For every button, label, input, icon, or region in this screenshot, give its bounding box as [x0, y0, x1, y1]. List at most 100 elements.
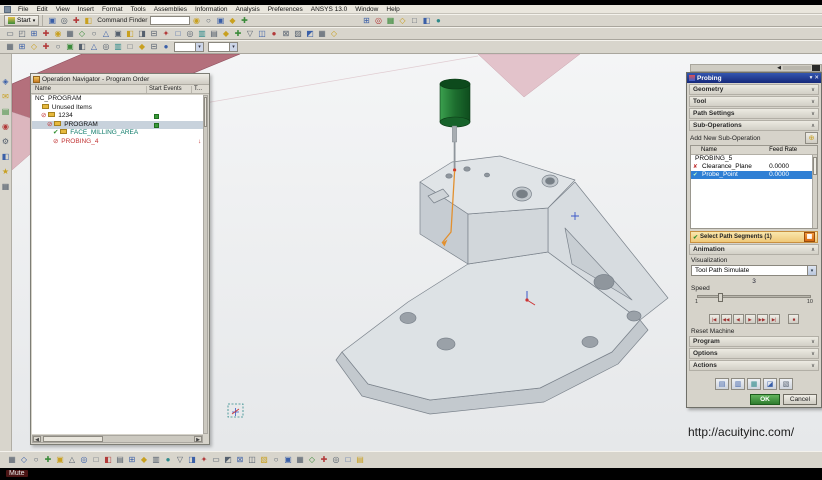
tree-row-probing-4[interactable]: ⊘ PROBING_4 ↓: [32, 138, 203, 147]
ok-button[interactable]: OK: [750, 394, 780, 405]
toolbar-icon[interactable]: ▣: [65, 41, 76, 52]
menu-ansys[interactable]: ANSYS 13.0: [307, 5, 352, 14]
scroll-left-icon[interactable]: ◀: [777, 65, 781, 71]
toolbar-icon[interactable]: ◧: [0, 151, 11, 162]
toolbar-icon[interactable]: ⊞: [17, 41, 28, 52]
section-animation[interactable]: Animation ∧: [689, 244, 819, 255]
toolbar-icon[interactable]: ◨: [187, 454, 198, 465]
toolbar-icon[interactable]: ○: [53, 41, 64, 52]
toolbar-icon[interactable]: ▣: [55, 454, 66, 465]
action-button[interactable]: ▦: [747, 378, 761, 390]
scroll-right-button[interactable]: ▶: [194, 436, 202, 443]
toolbar-icon[interactable]: ✚: [43, 454, 54, 465]
toolbar-icon[interactable]: ▤: [0, 106, 11, 117]
toolbar-icon[interactable]: ⚙: [0, 136, 11, 147]
menu-format[interactable]: Format: [98, 5, 127, 14]
toolbar-icon[interactable]: ◎: [101, 41, 112, 52]
toolbar-icon[interactable]: □: [125, 41, 136, 52]
chevron-down-icon[interactable]: ▾: [810, 75, 813, 81]
reset-machine-button[interactable]: Reset Machine: [691, 328, 817, 335]
toolbar-icon[interactable]: ✚: [319, 454, 330, 465]
toolbar-icon[interactable]: ○: [31, 454, 42, 465]
list-scrollbar[interactable]: [812, 155, 817, 228]
menu-preferences[interactable]: Preferences: [264, 5, 307, 14]
toolbar-icon[interactable]: ◎: [79, 454, 90, 465]
toolbar-icon[interactable]: ◫: [257, 28, 268, 39]
section-actions[interactable]: Actions ∨: [689, 360, 819, 371]
toolbar-icon[interactable]: ★: [0, 166, 11, 177]
toolbar-icon[interactable]: ✚: [41, 41, 52, 52]
toolbar-icon[interactable]: ◆: [137, 41, 148, 52]
list-group-row[interactable]: PROBING_5: [691, 155, 817, 163]
toolbar-icon[interactable]: ▥: [197, 28, 208, 39]
navigator-horizontal-scrollbar[interactable]: ◀ ▶: [32, 435, 203, 443]
toolbar-icon[interactable]: ⊞: [127, 454, 138, 465]
toolbar-icon[interactable]: ◇: [29, 41, 40, 52]
cancel-button[interactable]: Cancel: [783, 394, 817, 405]
toolbar-icon[interactable]: ◩: [305, 28, 316, 39]
toolbar-icon[interactable]: ●: [163, 454, 174, 465]
section-path-settings[interactable]: Path Settings ∨: [689, 108, 819, 119]
toolbar-icon[interactable]: ⊞: [361, 15, 372, 26]
view-select[interactable]: ▾: [174, 42, 204, 52]
action-button[interactable]: ▧: [779, 378, 793, 390]
toolbar-icon[interactable]: ✉: [0, 91, 11, 102]
toolbar-icon[interactable]: ◇: [397, 15, 408, 26]
part-model[interactable]: [335, 155, 669, 415]
toolbar-icon[interactable]: ◇: [329, 28, 340, 39]
menu-file[interactable]: File: [14, 5, 32, 14]
navigator-vertical-scrollbar[interactable]: [203, 95, 208, 434]
toolbar-icon[interactable]: ●: [161, 41, 172, 52]
toolbar-icon[interactable]: ▣: [283, 454, 294, 465]
speed-slider[interactable]: [697, 293, 811, 302]
stop-button[interactable]: ■: [788, 314, 800, 324]
toolbar-icon[interactable]: ◈: [0, 76, 11, 87]
action-button[interactable]: ▤: [715, 378, 729, 390]
navigator-title-bar[interactable]: Operation Navigator - Program Order: [31, 74, 209, 85]
toolbar-icon[interactable]: ◧: [421, 15, 432, 26]
toolbar-icon[interactable]: ◇: [307, 454, 318, 465]
section-options[interactable]: Options ∨: [689, 348, 819, 359]
toolbar-icon[interactable]: ▽: [175, 454, 186, 465]
playback-button[interactable]: ◀◀: [720, 314, 732, 324]
section-geometry[interactable]: Geometry ∨: [689, 84, 819, 95]
toolbar-icon[interactable]: ▤: [115, 454, 126, 465]
close-icon[interactable]: ✕: [814, 75, 819, 81]
tree-row-nc-program[interactable]: NC_PROGRAM: [32, 95, 203, 104]
toolbar-icon[interactable]: ▦: [0, 181, 11, 192]
menu-assemblies[interactable]: Assemblies: [150, 5, 191, 14]
toolbar-icon[interactable]: ▤: [355, 454, 366, 465]
toolbar-icon[interactable]: ▦: [317, 28, 328, 39]
toolbar-icon[interactable]: ◎: [373, 15, 384, 26]
tree-row-1234[interactable]: ⊘ 1234: [32, 112, 203, 121]
scrollbar-thumb[interactable]: [204, 97, 207, 127]
playback-button[interactable]: |◀: [708, 314, 720, 324]
playback-button[interactable]: ▶: [744, 314, 756, 324]
column-t[interactable]: T...: [194, 86, 202, 92]
toolbar-icon[interactable]: ◎: [185, 28, 196, 39]
toolbar-icon[interactable]: ●: [433, 15, 444, 26]
toolbar-icon[interactable]: ▥: [113, 41, 124, 52]
menu-tools[interactable]: Tools: [127, 5, 150, 14]
toolbar-icon[interactable]: ◫: [247, 454, 258, 465]
toolbar-icon[interactable]: ▧: [259, 454, 270, 465]
navigator-column-headers[interactable]: Name Start Events T...: [31, 85, 209, 94]
toolbar-icon[interactable]: ▦: [5, 41, 16, 52]
scroll-left-button[interactable]: ◀: [33, 436, 41, 443]
toolbar-icon[interactable]: ▭: [211, 454, 222, 465]
select-path-segments-bar[interactable]: ✔ Select Path Segments (1) ▦: [690, 231, 818, 243]
section-program[interactable]: Program ∨: [689, 336, 819, 347]
toolbar-icon[interactable]: ◧: [77, 41, 88, 52]
tree-row-unused-items[interactable]: Unused Items: [32, 103, 203, 113]
toolbar-icon[interactable]: ⊠: [235, 454, 246, 465]
toolbar-icon[interactable]: □: [173, 28, 184, 39]
add-sub-operation-button[interactable]: ⊕: [805, 132, 818, 144]
toolbar-icon[interactable]: ▤: [209, 28, 220, 39]
playback-button[interactable]: ▶|: [768, 314, 780, 324]
toolbar-icon[interactable]: ◆: [221, 28, 232, 39]
toolbar-icon[interactable]: ◧: [103, 454, 114, 465]
layer-select[interactable]: ▾: [208, 42, 238, 52]
playback-button[interactable]: ◀: [732, 314, 744, 324]
toolbar-icon[interactable]: ✦: [199, 454, 210, 465]
toolbar-icon[interactable]: ▨: [293, 28, 304, 39]
